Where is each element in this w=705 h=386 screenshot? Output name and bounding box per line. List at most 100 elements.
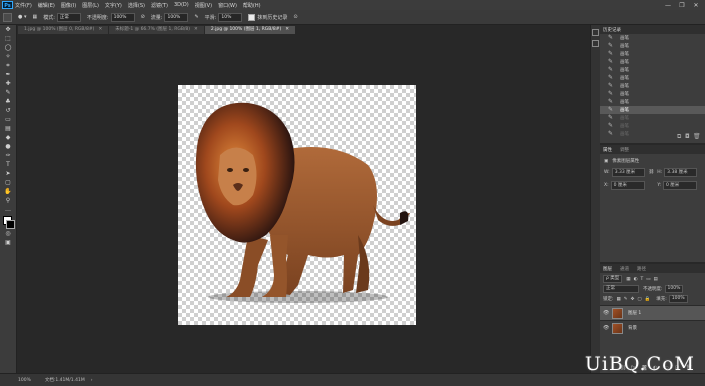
layer-kind-select[interactable]: ρ 类型 xyxy=(603,275,623,283)
filter-adjust-icon[interactable]: ◐ xyxy=(634,277,638,282)
minimize-icon[interactable]: — xyxy=(661,2,675,9)
blend-mode-select[interactable]: 正常 xyxy=(603,285,639,293)
marquee-tool-icon[interactable]: ⬚ xyxy=(2,35,14,43)
tab-paths[interactable]: 路径 xyxy=(637,266,646,272)
lock-all-icon[interactable]: 🔒 xyxy=(645,297,651,302)
close-tab-icon[interactable]: ✕ xyxy=(194,27,198,32)
y-input[interactable]: 0 厘米 xyxy=(663,181,697,190)
snapshot-icon[interactable]: ⧉ xyxy=(677,133,685,141)
visibility-eye-icon[interactable]: 👁 xyxy=(603,310,609,316)
layer-opacity-input[interactable]: 100% xyxy=(664,285,684,293)
x-input[interactable]: 0 厘米 xyxy=(610,181,645,190)
menu-file[interactable]: 文件(F) xyxy=(15,2,32,9)
close-tab-icon[interactable]: ✕ xyxy=(98,27,102,32)
move-tool-icon[interactable]: ✥ xyxy=(2,26,14,34)
history-item-undone[interactable]: ✎ 画笔 xyxy=(600,114,705,122)
eraser-tool-icon[interactable]: ▭ xyxy=(2,116,14,124)
layer-row[interactable]: 👁 图层 1 xyxy=(600,305,705,320)
zoom-level[interactable]: 100% xyxy=(18,378,31,383)
history-item[interactable]: ✎ 画笔 xyxy=(600,74,705,82)
history-panel-icon[interactable] xyxy=(592,29,599,36)
clone-stamp-tool-icon[interactable]: ♣ xyxy=(2,98,14,106)
history-item[interactable]: ✎ 画笔 xyxy=(600,58,705,66)
history-item[interactable]: ✎ 画笔 xyxy=(600,42,705,50)
dodge-tool-icon[interactable]: ● xyxy=(2,143,14,151)
tab-document-1[interactable]: 1.jpg @ 100% (图层 0, RGB/8#) ✕ xyxy=(18,26,109,34)
color-swatches-icon[interactable] xyxy=(2,215,15,229)
restore-icon[interactable]: ❐ xyxy=(675,2,689,9)
tab-history[interactable]: 历史记录 xyxy=(603,27,621,33)
eyedropper-tool-icon[interactable]: ✒ xyxy=(2,71,14,79)
pressure-size-icon[interactable]: ⊙ xyxy=(293,14,297,20)
history-item-current[interactable]: ✎ 画笔 xyxy=(600,106,705,114)
healing-brush-tool-icon[interactable]: ✚ xyxy=(2,80,14,88)
brush-preset-picker[interactable]: ● ▾ xyxy=(18,14,26,20)
lock-pixels-icon[interactable]: ▦ xyxy=(617,297,621,302)
tab-adjustments[interactable]: 调整 xyxy=(620,147,629,153)
pen-tool-icon[interactable]: ✑ xyxy=(2,152,14,160)
history-item[interactable]: ✎ 画笔 xyxy=(600,82,705,90)
history-item[interactable]: ✎ 画笔 xyxy=(600,98,705,106)
tool-preset-icon[interactable] xyxy=(3,12,12,22)
close-icon[interactable]: ✕ xyxy=(689,2,703,9)
airbrush-icon[interactable]: ✎ xyxy=(194,14,198,20)
document-canvas[interactable] xyxy=(178,85,416,325)
history-item-undone[interactable]: ✎ 画笔 xyxy=(600,122,705,130)
opacity-input[interactable]: 100% xyxy=(110,12,135,22)
menu-help[interactable]: 帮助(H) xyxy=(243,2,261,9)
gradient-tool-icon[interactable]: ▤ xyxy=(2,125,14,133)
screen-mode-icon[interactable]: ▣ xyxy=(2,239,14,247)
layer-row[interactable]: 👁 背景 xyxy=(600,320,705,335)
link-icon[interactable]: ⛓ xyxy=(649,170,655,175)
filter-smart-icon[interactable]: ▤ xyxy=(654,277,658,282)
zoom-tool-icon[interactable]: ⚲ xyxy=(2,197,14,205)
flow-input[interactable]: 100% xyxy=(164,12,189,22)
pressure-opacity-icon[interactable]: ⊘ xyxy=(141,14,145,20)
lock-artboard-icon[interactable]: ▢ xyxy=(637,297,641,302)
filter-shape-icon[interactable]: ▭ xyxy=(646,277,650,282)
history-item[interactable]: ✎ 画笔 xyxy=(600,66,705,74)
menu-type[interactable]: 文字(Y) xyxy=(105,2,122,9)
tab-document-2[interactable]: 未标题-1 @ 66.7% (图层 1, RGB/8) ✕ xyxy=(109,26,204,34)
erase-history-checkbox[interactable] xyxy=(248,13,256,21)
lock-move-icon[interactable]: ✥ xyxy=(631,297,635,302)
lasso-tool-icon[interactable]: ◯ xyxy=(2,44,14,52)
path-selection-tool-icon[interactable]: ➤ xyxy=(2,170,14,178)
blur-tool-icon[interactable]: ◆ xyxy=(2,134,14,142)
history-brush-tool-icon[interactable]: ↺ xyxy=(2,107,14,115)
trash-icon[interactable]: 🗑 xyxy=(693,133,701,141)
properties-panel-icon[interactable] xyxy=(592,40,599,47)
status-arrow-icon[interactable]: › xyxy=(91,378,93,383)
brush-tool-icon[interactable]: ✎ xyxy=(2,89,14,97)
filter-type-icon[interactable]: T xyxy=(641,277,644,282)
smoothing-input[interactable]: 10% xyxy=(218,12,243,22)
height-input[interactable]: 3.38 厘米 xyxy=(664,168,697,177)
menu-select[interactable]: 选择(S) xyxy=(128,2,145,9)
menu-3d[interactable]: 3D(D) xyxy=(174,2,189,8)
type-tool-icon[interactable]: T xyxy=(2,161,14,169)
filter-pixel-icon[interactable]: ▦ xyxy=(626,277,630,282)
tab-document-3[interactable]: 2.jpg @ 100% (图层 1, RGB/8#) ✕ xyxy=(204,26,296,34)
history-item[interactable]: ✎ 画笔 xyxy=(600,50,705,58)
tab-properties[interactable]: 属性 xyxy=(603,147,612,153)
history-item[interactable]: ✎ 画笔 xyxy=(600,34,705,42)
menu-window[interactable]: 窗口(W) xyxy=(218,2,237,9)
quick-mask-icon[interactable]: ◎ xyxy=(2,230,14,238)
crop-tool-icon[interactable]: ⌗ xyxy=(2,62,14,70)
menu-view[interactable]: 视图(V) xyxy=(195,2,212,9)
tab-layers[interactable]: 图层 xyxy=(603,266,612,272)
mode-select[interactable]: 正常 xyxy=(56,12,81,22)
width-input[interactable]: 3.33 厘米 xyxy=(611,168,645,177)
close-tab-icon[interactable]: ✕ xyxy=(285,27,289,32)
lock-brush-icon[interactable]: ✎ xyxy=(624,297,628,302)
hand-tool-icon[interactable]: ✋ xyxy=(2,188,14,196)
rectangle-tool-icon[interactable]: ▢ xyxy=(2,179,14,187)
fill-input[interactable]: 100% xyxy=(668,295,688,303)
brush-panel-icon[interactable]: ▦ xyxy=(32,14,37,20)
menu-filter[interactable]: 滤镜(T) xyxy=(151,2,168,9)
history-item[interactable]: ✎ 画笔 xyxy=(600,90,705,98)
menu-edit[interactable]: 编辑(E) xyxy=(38,2,55,9)
camera-icon[interactable]: ◘ xyxy=(685,133,693,141)
visibility-eye-icon[interactable]: 👁 xyxy=(603,325,609,331)
magic-wand-tool-icon[interactable]: ✧ xyxy=(2,53,14,61)
